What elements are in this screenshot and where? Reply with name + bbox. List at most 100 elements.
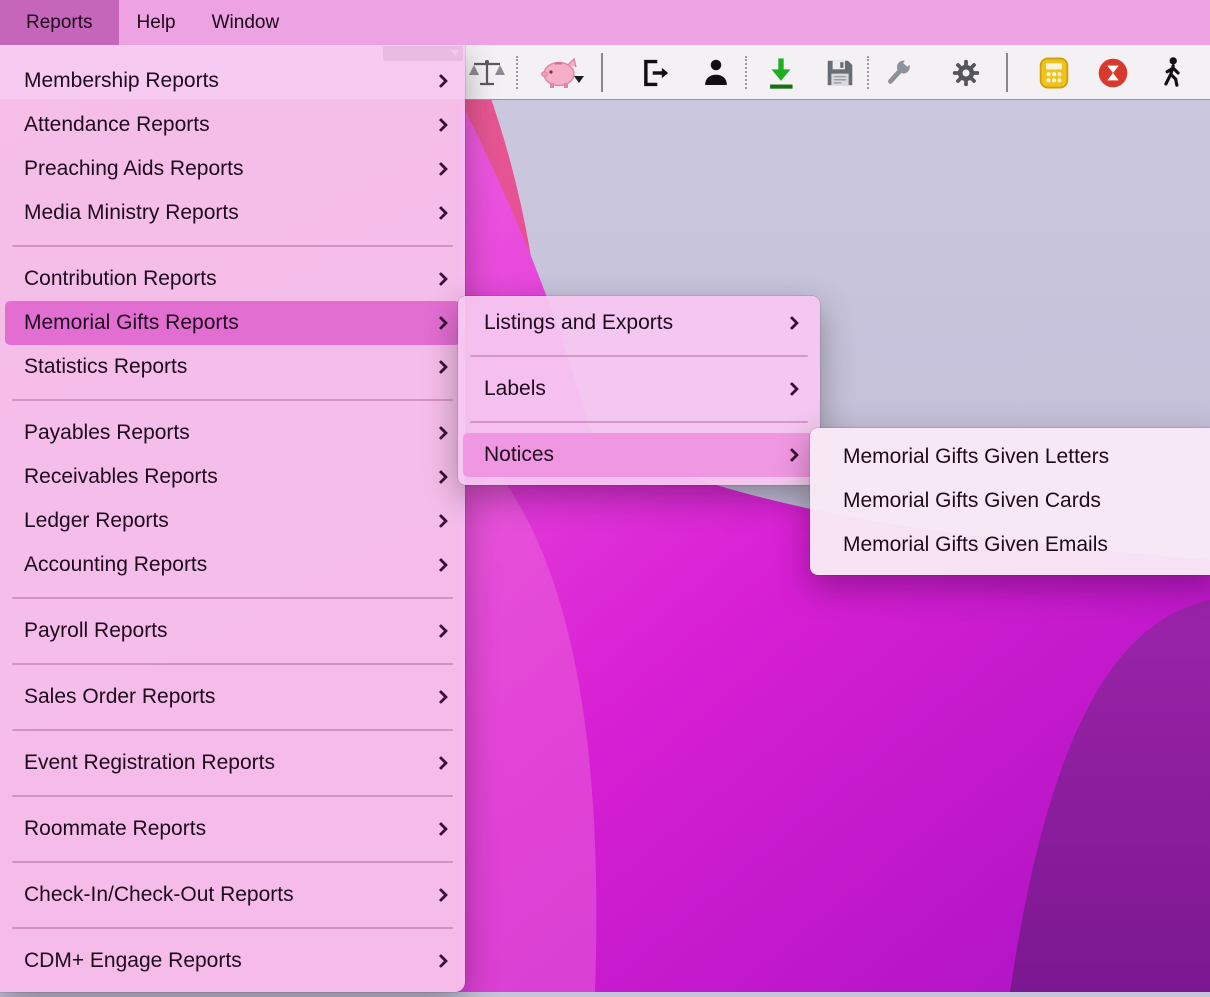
menu-separator <box>12 729 453 731</box>
menubar-item-reports[interactable]: Reports <box>0 0 119 45</box>
chevron-right-icon <box>434 624 448 638</box>
toolbar-separator <box>601 53 603 92</box>
download-button[interactable] <box>763 45 799 100</box>
scales-button[interactable] <box>468 45 506 100</box>
submenu-item-notices[interactable]: Notices <box>463 433 815 477</box>
menubar-label: Reports <box>26 12 93 34</box>
submenu-item-memorial-gifts-given-cards[interactable]: Memorial Gifts Given Cards <box>815 479 1210 523</box>
calculator-icon <box>1037 56 1071 90</box>
save-icon <box>824 57 856 89</box>
chevron-right-icon <box>434 118 448 132</box>
menubar: Reports Help Window <box>0 0 1210 45</box>
menu-item-label: Memorial Gifts Reports <box>24 311 239 335</box>
menu-item-payables-reports[interactable]: Payables Reports <box>5 411 460 455</box>
chevron-right-icon <box>785 316 799 330</box>
calculator-button[interactable] <box>1036 45 1072 100</box>
exit-door-icon <box>639 57 671 89</box>
menu-item-label: Preaching Aids Reports <box>24 157 243 181</box>
menu-item-memorial-gifts-reports[interactable]: Memorial Gifts Reports <box>5 301 460 345</box>
scales-icon <box>468 57 506 89</box>
chevron-right-icon <box>434 426 448 440</box>
submenu-item-memorial-gifts-given-letters[interactable]: Memorial Gifts Given Letters <box>815 435 1210 479</box>
menu-item-statistics-reports[interactable]: Statistics Reports <box>5 345 460 389</box>
gear-button[interactable] <box>948 45 984 100</box>
chevron-right-icon <box>434 954 448 968</box>
menubar-label: Window <box>212 12 280 34</box>
walking-person-button[interactable] <box>1154 45 1190 100</box>
menu-item-cdm-engage-reports[interactable]: CDM+ Engage Reports <box>5 939 460 983</box>
gear-icon <box>951 58 981 88</box>
menu-item-label: Contribution Reports <box>24 267 217 291</box>
menu-item-event-registration-reports[interactable]: Event Registration Reports <box>5 741 460 785</box>
menubar-item-window[interactable]: Window <box>194 0 298 45</box>
wrench-button[interactable] <box>880 45 916 100</box>
menu-item-ledger-reports[interactable]: Ledger Reports <box>5 499 460 543</box>
menu-item-label: CDM+ Engage Reports <box>24 949 242 973</box>
chevron-right-icon <box>785 382 799 396</box>
notices-submenu: Memorial Gifts Given Letters Memorial Gi… <box>810 428 1210 575</box>
chevron-right-icon <box>434 272 448 286</box>
menu-item-label: Payables Reports <box>24 421 190 445</box>
menu-item-label: Check-In/Check-Out Reports <box>24 883 294 907</box>
exit-door-button[interactable] <box>637 45 673 100</box>
menu-item-label: Receivables Reports <box>24 465 218 489</box>
submenu-item-labels[interactable]: Labels <box>463 367 815 411</box>
menu-item-contribution-reports[interactable]: Contribution Reports <box>5 257 460 301</box>
menu-item-label: Ledger Reports <box>24 509 169 533</box>
hourglass-button[interactable] <box>1095 45 1131 100</box>
menu-item-sales-order-reports[interactable]: Sales Order Reports <box>5 675 460 719</box>
menu-item-label: Listings and Exports <box>484 311 673 335</box>
menu-separator <box>12 663 453 665</box>
menu-separator <box>12 399 453 401</box>
piggy-bank-button[interactable] <box>540 45 582 100</box>
menu-item-label: Event Registration Reports <box>24 751 275 775</box>
toolbar-separator <box>867 56 869 89</box>
toolbar-separator <box>745 56 747 89</box>
menu-item-label: Attendance Reports <box>24 113 210 137</box>
menu-item-label: Roommate Reports <box>24 817 206 841</box>
menu-item-preaching-aids-reports[interactable]: Preaching Aids Reports <box>5 147 460 191</box>
toolbar-separator <box>516 56 518 89</box>
toolbar-separator <box>1006 53 1008 92</box>
menu-item-check-in-check-out-reports[interactable]: Check-In/Check-Out Reports <box>5 873 460 917</box>
menu-item-label: Notices <box>484 443 554 467</box>
menu-item-accounting-reports[interactable]: Accounting Reports <box>5 543 460 587</box>
wrench-icon <box>882 57 914 89</box>
menu-item-media-ministry-reports[interactable]: Media Ministry Reports <box>5 191 460 235</box>
person-button[interactable] <box>698 45 734 100</box>
download-icon <box>764 56 798 90</box>
submenu-item-listings-and-exports[interactable]: Listings and Exports <box>463 301 815 345</box>
menu-item-label: Memorial Gifts Given Letters <box>843 445 1109 469</box>
menu-separator <box>470 355 808 357</box>
menu-separator <box>12 245 453 247</box>
menu-item-payroll-reports[interactable]: Payroll Reports <box>5 609 460 653</box>
save-button[interactable] <box>822 45 858 100</box>
person-icon <box>701 57 731 89</box>
menu-item-receivables-reports[interactable]: Receivables Reports <box>5 455 460 499</box>
chevron-right-icon <box>434 888 448 902</box>
chevron-right-icon <box>434 514 448 528</box>
menu-item-label: Labels <box>484 377 546 401</box>
memorial-gifts-submenu: Listings and Exports Labels Notices <box>458 296 820 485</box>
menu-separator <box>12 795 453 797</box>
hourglass-icon <box>1097 57 1129 89</box>
menu-item-label: Membership Reports <box>24 69 219 93</box>
piggy-dropdown-arrow-icon[interactable] <box>574 76 584 88</box>
menubar-item-help[interactable]: Help <box>119 0 194 45</box>
menu-item-membership-reports[interactable]: Membership Reports <box>5 59 460 103</box>
menu-item-label: Sales Order Reports <box>24 685 215 709</box>
walking-person-icon <box>1157 56 1187 90</box>
chevron-right-icon <box>434 316 448 330</box>
reports-menu: Membership Reports Attendance Reports Pr… <box>0 45 465 992</box>
chevron-right-icon <box>434 470 448 484</box>
chevron-right-icon <box>434 74 448 88</box>
menu-item-roommate-reports[interactable]: Roommate Reports <box>5 807 460 851</box>
menu-item-label: Statistics Reports <box>24 355 187 379</box>
menu-separator <box>12 861 453 863</box>
chevron-right-icon <box>434 206 448 220</box>
menu-separator <box>12 927 453 929</box>
menu-item-attendance-reports[interactable]: Attendance Reports <box>5 103 460 147</box>
submenu-item-memorial-gifts-given-emails[interactable]: Memorial Gifts Given Emails <box>815 523 1210 567</box>
menu-item-label: Memorial Gifts Given Cards <box>843 489 1101 513</box>
menu-item-label: Memorial Gifts Given Emails <box>843 533 1108 557</box>
